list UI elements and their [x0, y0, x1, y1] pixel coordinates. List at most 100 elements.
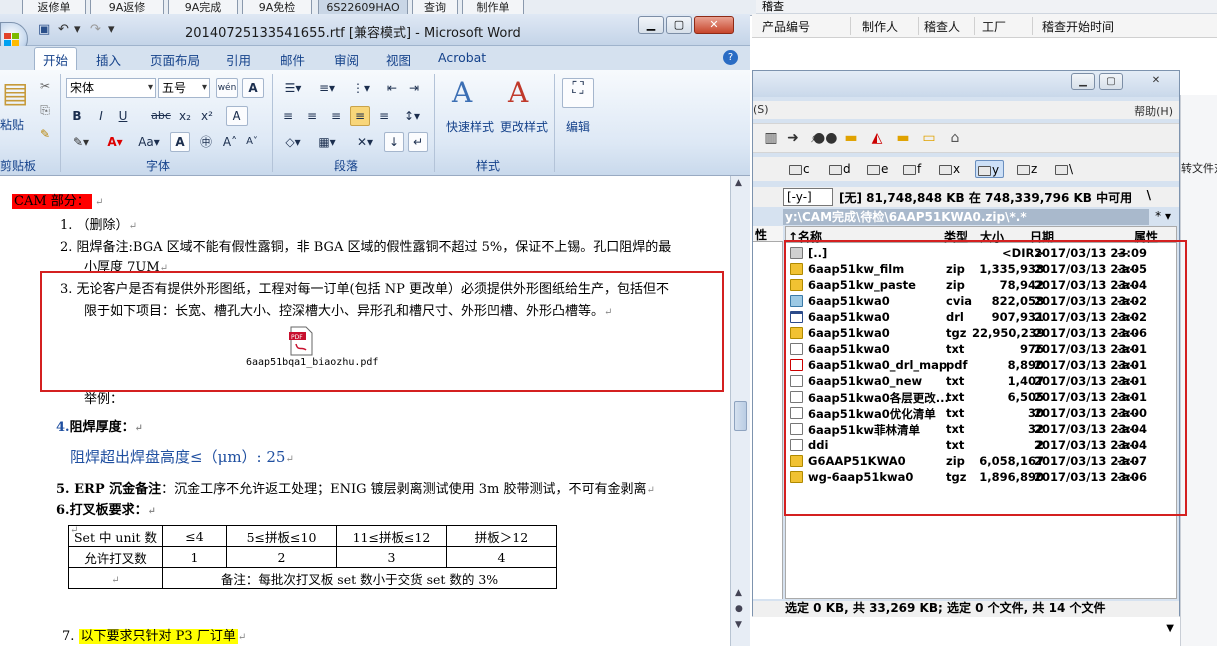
folder-icon[interactable]: ▬ — [841, 129, 861, 147]
decrease-indent-icon[interactable]: ⇤ — [382, 78, 402, 98]
shading-icon[interactable]: ◇▾ — [278, 132, 308, 152]
align-left-icon[interactable]: ≡ — [278, 106, 298, 126]
customize-toolbar-icon[interactable]: ▾ — [108, 22, 115, 37]
quick-styles-button[interactable]: 快速样式 — [446, 118, 494, 135]
enclose-char-icon[interactable]: ㊥ — [196, 132, 216, 152]
cut-icon[interactable]: ✂ — [36, 76, 54, 96]
word-close-button[interactable]: ✕ — [694, 16, 734, 34]
tab-view[interactable]: 视图 — [386, 50, 411, 69]
word-minimize-button[interactable]: ▁ — [638, 16, 664, 34]
bg-col-auditor[interactable]: 稽查人 — [924, 18, 960, 35]
strikethrough-icon[interactable]: abc — [150, 106, 172, 126]
justify-icon[interactable]: ≡ — [350, 106, 370, 126]
redo-icon[interactable]: ↷ — [90, 22, 101, 37]
scroll-thumb[interactable] — [734, 401, 747, 431]
quick-styles-icon[interactable]: A — [452, 76, 472, 109]
pdf-icon[interactable]: ◭ — [867, 129, 887, 147]
tab-insert[interactable]: 插入 — [96, 50, 121, 69]
paste-button[interactable]: 粘贴 — [0, 116, 24, 133]
drive-network-button[interactable]: \ — [1053, 160, 1073, 178]
home-icon[interactable]: ⌂ — [945, 129, 965, 147]
undo-icon[interactable]: ↶ — [58, 22, 69, 37]
shrink-font-icon[interactable]: A˅ — [242, 132, 262, 152]
sort-icon[interactable]: ↓ — [384, 132, 404, 152]
prev-page-icon[interactable]: ▲ — [735, 588, 742, 598]
drive-y-button[interactable]: y — [975, 160, 1005, 178]
font-name-select[interactable]: 宋体 — [66, 78, 156, 98]
current-path[interactable]: y:\CAM完成\待检\6AAP51KWA0.zip\*.* — [783, 209, 1149, 225]
grow-font-icon[interactable]: A˄ — [220, 132, 240, 152]
select-browse-icon[interactable]: ● — [735, 604, 743, 614]
save-icon[interactable]: ▣ — [38, 22, 50, 37]
phonetic-guide-icon[interactable]: wén — [216, 78, 238, 98]
scroll-up-icon[interactable]: ▲ — [735, 178, 742, 188]
align-center-icon[interactable]: ≡ — [302, 106, 322, 126]
superscript-icon[interactable]: x² — [198, 106, 216, 126]
fm-menu-help[interactable]: 帮助(H) — [1134, 103, 1173, 119]
italic-icon[interactable]: I — [92, 106, 110, 126]
drive-select[interactable]: [-y-] — [783, 188, 833, 206]
bg-col-factory[interactable]: 工厂 — [982, 18, 1006, 35]
borders-icon[interactable]: ▦▾ — [312, 132, 342, 152]
binoculars-icon[interactable]: ⛶ — [562, 78, 594, 108]
tab-review[interactable]: 审阅 — [334, 50, 359, 69]
next-page-icon[interactable]: ▼ — [735, 620, 742, 630]
chinese-layout-icon[interactable]: ✕▾ — [350, 132, 380, 152]
folder-open-icon[interactable]: ▭ — [919, 129, 939, 147]
drive-x-button[interactable]: x — [937, 160, 960, 178]
tab-mailings[interactable]: 邮件 — [280, 50, 305, 69]
clear-format-icon[interactable]: Ꭺ — [226, 106, 248, 126]
path-filter[interactable]: * ▾ — [1155, 209, 1171, 223]
char-shading-icon[interactable]: A — [170, 132, 190, 152]
change-case-icon[interactable]: Aa▾ — [134, 132, 164, 152]
fm-close-button[interactable]: ✕ — [1141, 73, 1171, 90]
binoculars-icon-2[interactable]: ●● — [813, 129, 837, 147]
folder-share-icon[interactable]: ▬ — [893, 129, 913, 147]
format-painter-icon[interactable]: ✎ — [36, 124, 54, 144]
chevron-down-icon[interactable]: ▾ — [74, 22, 81, 37]
tab-home[interactable]: 开始 — [34, 47, 78, 71]
font-size-select[interactable]: 五号 — [158, 78, 210, 98]
drive-c-button[interactable]: c — [787, 160, 810, 178]
underline-icon[interactable]: U — [114, 106, 132, 126]
change-styles-button[interactable]: 更改样式 — [500, 118, 548, 135]
subscript-icon[interactable]: x₂ — [176, 106, 194, 126]
document-scrollbar[interactable]: ▲ ▲ ● ▼ — [730, 176, 750, 646]
font-color-icon[interactable]: A▾ — [100, 132, 130, 152]
fm-menu-item[interactable]: (S) — [753, 103, 769, 116]
word-maximize-button[interactable]: ▢ — [666, 16, 692, 34]
drive-z-button[interactable]: z — [1015, 160, 1037, 178]
increase-indent-icon[interactable]: ⇥ — [404, 78, 424, 98]
paste-icon[interactable]: ▤ — [2, 76, 28, 109]
left-pane-header[interactable]: 性 — [753, 226, 783, 242]
multilevel-list-icon[interactable]: ⋮▾ — [346, 78, 376, 98]
bg-col-product-no[interactable]: 产品编号 — [762, 18, 810, 35]
highlight-icon[interactable]: ✎▾ — [66, 132, 96, 152]
fm-maximize-button[interactable]: ▢ — [1099, 73, 1123, 90]
distributed-icon[interactable]: ≡ — [374, 106, 394, 126]
drive-e-button[interactable]: e — [865, 160, 888, 178]
panel-icon[interactable]: ▥ — [761, 129, 781, 147]
tab-page-layout[interactable]: 页面布局 — [150, 50, 200, 69]
root-button[interactable]: \ — [1147, 188, 1151, 202]
bullets-icon[interactable]: ☰▾ — [278, 78, 308, 98]
char-border-icon[interactable]: A — [242, 78, 264, 98]
drive-d-button[interactable]: d — [827, 160, 851, 178]
align-right-icon[interactable]: ≡ — [326, 106, 346, 126]
show-marks-icon[interactable]: ↵ — [408, 132, 428, 152]
bg-col-maker[interactable]: 制作人 — [862, 18, 898, 35]
arrow-icon[interactable]: ➜ — [783, 129, 803, 147]
chevron-down-icon[interactable]: ▼ — [1166, 623, 1174, 634]
tab-references[interactable]: 引用 — [226, 50, 251, 69]
help-icon[interactable]: ? — [723, 50, 738, 65]
change-styles-icon[interactable]: A — [508, 76, 528, 109]
copy-icon[interactable]: ⎘ — [36, 100, 54, 120]
edit-button[interactable]: 编辑 — [566, 118, 590, 135]
line-spacing-icon[interactable]: ↕▾ — [398, 106, 426, 126]
bg-col-audit-start[interactable]: 稽查开始时间 — [1042, 18, 1114, 35]
numbering-icon[interactable]: ≡▾ — [312, 78, 342, 98]
bold-icon[interactable]: B — [68, 106, 86, 126]
tab-acrobat[interactable]: Acrobat — [438, 50, 486, 65]
drive-f-button[interactable]: f — [901, 160, 921, 178]
fm-minimize-button[interactable]: ▁ — [1071, 73, 1095, 90]
